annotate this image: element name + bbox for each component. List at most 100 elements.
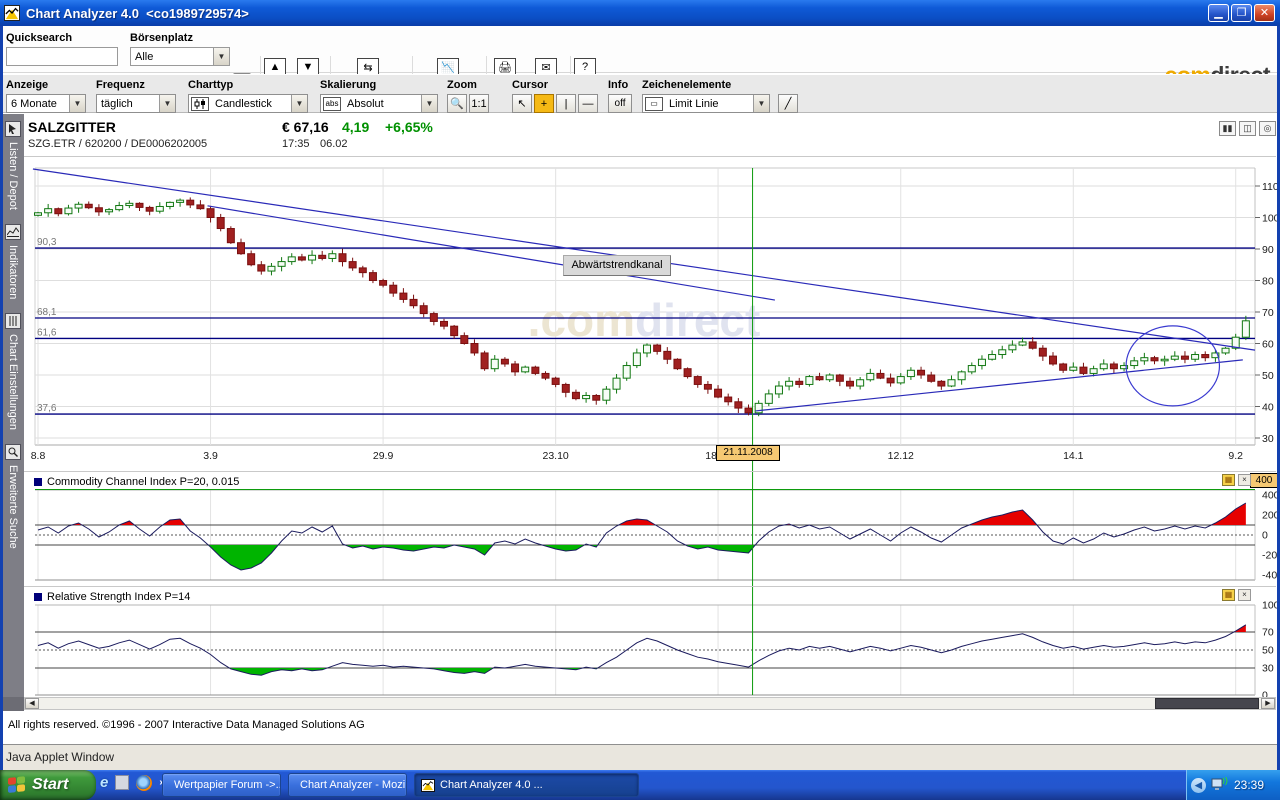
chevron-down-icon: ▼ — [753, 95, 769, 112]
svg-text:14.1: 14.1 — [1063, 450, 1084, 462]
window-title: Chart Analyzer 4.0 <co1989729574> — [26, 5, 249, 21]
pointer-cursor-icon[interactable]: ↖ — [512, 94, 532, 113]
network-icon[interactable] — [1211, 777, 1229, 793]
restore-button[interactable]: ❐ — [1231, 4, 1252, 22]
instrument-id: SZG.ETR / 620200 / DE0006202005 — [28, 138, 208, 150]
info-off-button[interactable]: off — [608, 94, 632, 113]
draw-line-icon[interactable]: ╱ — [778, 94, 798, 113]
taskbar: Start e » Wertpapier Forum ->... Chart A… — [0, 770, 1280, 800]
svg-text:3.9: 3.9 — [203, 450, 218, 462]
minimize-button[interactable]: ▁ — [1208, 4, 1229, 22]
magnifier-icon — [5, 444, 21, 461]
svg-text:29.9: 29.9 — [373, 450, 394, 462]
task-wertpapier-forum[interactable]: Wertpapier Forum ->... — [162, 773, 281, 797]
cci-settings-icon[interactable]: ▦ — [1222, 474, 1235, 486]
charttyp-select[interactable]: Candlestick ▼ — [188, 94, 308, 113]
start-button[interactable]: Start — [0, 770, 96, 800]
svg-text:80: 80 — [1262, 276, 1274, 288]
chevron-down-icon: ▼ — [421, 95, 437, 112]
svg-text:0: 0 — [1262, 530, 1268, 542]
anzeige-select[interactable]: 6 Monate ▼ — [6, 94, 86, 113]
horizontal-cursor-icon[interactable]: — — [578, 94, 598, 113]
candlestick-chart[interactable]: 304050607080901001108.83.929.923.1018.11… — [24, 160, 1280, 702]
task-chart-analyzer-window[interactable]: Chart Analyzer 4.0 ... — [414, 773, 639, 797]
quicksearch-input[interactable] — [6, 47, 118, 66]
abs-icon: abs — [323, 96, 341, 111]
boersenplatz-label: Börsenplatz — [130, 32, 193, 44]
scroll-right-icon[interactable]: ▶ — [1261, 698, 1275, 709]
task-chart-analyzer-browser[interactable]: Chart Analyzer - Mozi... — [288, 773, 407, 797]
cursor-date-tooltip: 21.11.2008 — [716, 445, 780, 461]
anzeige-label: Anzeige — [6, 79, 49, 91]
svg-text:90,3: 90,3 — [37, 237, 57, 248]
quote-time: 17:35 — [282, 138, 310, 150]
svg-text:30: 30 — [1262, 663, 1274, 675]
sidebar-item-listen-depot[interactable]: Listen / Depot — [5, 117, 21, 220]
frequenz-label: Frequenz — [96, 79, 145, 91]
tray-collapse-icon[interactable]: ◀ — [1191, 777, 1206, 793]
windows-logo-icon — [8, 776, 26, 794]
price-change: 4,19 — [342, 119, 370, 135]
crosshair-cursor-icon[interactable]: + — [534, 94, 554, 113]
rsi-close-icon[interactable]: × — [1238, 589, 1251, 601]
vertical-cursor-icon[interactable]: | — [556, 94, 576, 113]
settings-columns-icon — [5, 313, 21, 330]
compare-charts-icon[interactable]: ▮▮ — [1219, 121, 1236, 136]
rsi-header: Relative Strength Index P=14 — [34, 589, 190, 604]
window-titlebar[interactable]: Chart Analyzer 4.0 <co1989729574> ▁ ❐ ✕ — [0, 0, 1280, 26]
zoom-label: Zoom — [447, 79, 477, 91]
instrument-name: SALZGITTER — [28, 119, 116, 135]
svg-text:9.2: 9.2 — [1228, 450, 1243, 462]
chart-app-icon — [421, 778, 435, 792]
svg-text:50: 50 — [1262, 370, 1274, 382]
close-button[interactable]: ✕ — [1254, 4, 1275, 22]
scrollbar-thumb[interactable] — [1155, 698, 1259, 709]
zeichenelemente-label: Zeichenelemente — [642, 79, 732, 91]
left-sidebar: Listen / Depot Indikatoren Chart Einstel… — [2, 114, 24, 697]
svg-text:40: 40 — [1262, 402, 1274, 414]
taskbar-clock: 23:39 — [1234, 778, 1265, 792]
svg-text:30: 30 — [1262, 433, 1274, 445]
zoom-reset-button[interactable]: 1:1 — [469, 94, 489, 113]
zeichenelemente-select[interactable]: ▭ Limit Linie ▼ — [642, 94, 770, 113]
sidebar-item-erweiterte-suche[interactable]: Erweiterte Suche — [5, 440, 21, 559]
chevron-down-icon: ▼ — [291, 95, 307, 112]
sidebar-item-chart-einstellungen[interactable]: Chart Einstellungen — [5, 309, 21, 440]
scroll-left-icon[interactable]: ◀ — [25, 698, 39, 709]
trend-annotation[interactable]: Abwärtstrendkanal — [563, 255, 671, 276]
svg-text:70: 70 — [1262, 307, 1274, 319]
sidebar-item-indikatoren[interactable]: Indikatoren — [5, 220, 21, 309]
copyright-text: All rights reserved. ©1996 - 2007 Intera… — [8, 719, 365, 731]
frequenz-select[interactable]: täglich ▼ — [96, 94, 176, 113]
chart-scrollbar[interactable]: ◀ ▶ — [24, 697, 1276, 710]
main-toolbar: Quicksearch Börsenplatz Alle ▼ ▶ ▲ Auf ▼… — [0, 26, 1280, 94]
rsi-settings-icon[interactable]: ▦ — [1222, 589, 1235, 601]
chevron-down-icon[interactable]: ▼ — [213, 48, 229, 65]
svg-text:12.12: 12.12 — [888, 450, 914, 462]
svg-text:61,6: 61,6 — [37, 327, 57, 338]
skalierung-select[interactable]: abs Absolut ▼ — [320, 94, 438, 113]
boersenplatz-select[interactable]: Alle ▼ — [130, 47, 230, 66]
svg-text:37,6: 37,6 — [37, 403, 57, 414]
pointer-icon — [5, 121, 21, 137]
zoom-in-icon[interactable]: 🔍 — [447, 94, 467, 113]
internet-explorer-icon[interactable]: e — [100, 774, 108, 791]
info-label: Info — [608, 79, 629, 91]
sidebar-corner — [2, 697, 24, 711]
svg-text:90: 90 — [1262, 244, 1274, 256]
svg-text:50: 50 — [1262, 645, 1274, 657]
snapshot-icon[interactable]: ◎ — [1259, 121, 1276, 136]
layout-panel-icon[interactable]: ◫ — [1239, 121, 1256, 136]
svg-text:8.8: 8.8 — [31, 450, 46, 462]
firefox-icon[interactable] — [136, 774, 153, 791]
skalierung-label: Skalierung — [320, 79, 377, 91]
cci-close-icon[interactable]: × — [1238, 474, 1251, 486]
chart-toolbar: Anzeige 6 Monate ▼ Frequenz täglich ▼ Char… — [0, 74, 1280, 113]
system-tray: ◀ 23:39 — [1186, 770, 1280, 800]
app-launcher-icon[interactable] — [115, 775, 130, 790]
price-value: € 67,16 — [282, 119, 329, 135]
price-change-percent: +6,65% — [385, 119, 433, 135]
desktop: Chart Analyzer 4.0 <co1989729574> ▁ ❐ ✕ … — [0, 0, 1280, 800]
legend-swatch — [34, 477, 42, 486]
svg-text:70: 70 — [1262, 627, 1274, 639]
